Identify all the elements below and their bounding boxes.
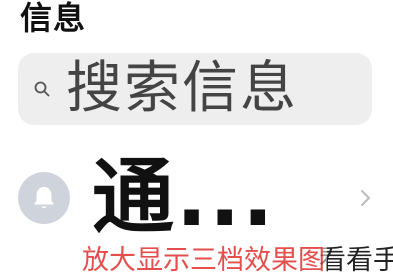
messages-page: 信息 搜索信息 通... 放大显示三档效果图 看看手游网 bbox=[0, 0, 393, 278]
watermark-caption: 放大显示三档效果图 bbox=[80, 244, 327, 278]
list-item-notifications[interactable]: 通... bbox=[0, 150, 393, 250]
search-bar[interactable]: 搜索信息 bbox=[18, 53, 372, 125]
watermark-brand: 看看手游网 bbox=[317, 244, 393, 278]
list-item-title: 通... bbox=[92, 150, 276, 245]
watermark: 放大显示三档效果图 看看手游网 bbox=[80, 244, 393, 278]
bell-icon bbox=[34, 187, 54, 209]
chevron-right-icon bbox=[358, 188, 372, 208]
avatar bbox=[18, 172, 70, 224]
search-placeholder: 搜索信息 bbox=[66, 56, 298, 121]
search-icon bbox=[34, 81, 50, 97]
page-title: 信息 bbox=[20, 0, 87, 37]
